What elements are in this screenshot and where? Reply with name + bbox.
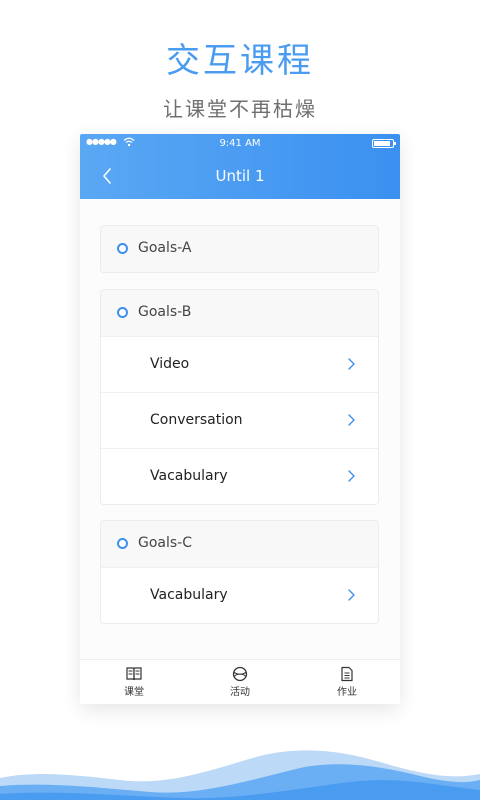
bullet-icon xyxy=(117,307,128,318)
ball-icon xyxy=(232,666,248,682)
goal-label: Goals-A xyxy=(138,240,192,256)
lesson-item-video[interactable]: Video xyxy=(101,336,378,392)
lesson-item-vocabulary[interactable]: Vacabulary xyxy=(101,448,378,504)
lesson-label: Conversation xyxy=(150,412,243,428)
goal-card-c: Goals-C Vacabulary xyxy=(100,520,379,624)
status-bar: ●●●●● 9:41 AM xyxy=(80,134,400,154)
page-title: Until 1 xyxy=(215,167,265,185)
chevron-right-icon xyxy=(348,358,355,370)
tab-label: 活动 xyxy=(230,687,250,698)
tab-label: 课堂 xyxy=(124,687,144,698)
chevron-right-icon xyxy=(348,589,355,601)
bullet-icon xyxy=(117,538,128,549)
lesson-item-conversation[interactable]: Conversation xyxy=(101,392,378,448)
chevron-right-icon xyxy=(348,414,355,426)
lesson-label: Vacabulary xyxy=(150,468,228,484)
promo-subtitle: 让课堂不再枯燥 xyxy=(163,97,317,121)
lesson-item-vocabulary[interactable]: Vacabulary xyxy=(101,567,378,623)
tab-homework[interactable]: 作业 xyxy=(317,666,377,702)
promo-title: 交互课程 xyxy=(166,41,314,81)
wave-decoration xyxy=(0,750,480,800)
lesson-label: Vacabulary xyxy=(150,587,228,603)
chevron-right-icon xyxy=(348,470,355,482)
goal-label: Goals-C xyxy=(138,535,193,551)
bullet-icon xyxy=(117,243,128,254)
phone-mockup: ●●●●● 9:41 AM Until 1 Goals-A Goals-B Vi… xyxy=(80,134,400,704)
goal-card-a: Goals-A xyxy=(100,225,379,273)
status-time: 9:41 AM xyxy=(219,138,261,149)
book-icon xyxy=(126,667,142,681)
tab-label: 作业 xyxy=(337,687,357,698)
goal-header-b[interactable]: Goals-B xyxy=(101,290,378,336)
tab-classroom[interactable]: 课堂 xyxy=(104,666,164,702)
lesson-label: Video xyxy=(150,356,190,372)
goal-header-c[interactable]: Goals-C xyxy=(101,521,378,567)
nav-bar: Until 1 xyxy=(80,154,400,199)
goal-card-b: Goals-B Video Conversation Vacabulary xyxy=(100,289,379,505)
app-header: ●●●●● 9:41 AM Until 1 xyxy=(80,134,400,199)
document-icon xyxy=(341,666,353,682)
goal-header-a[interactable]: Goals-A xyxy=(101,226,378,272)
tab-activity[interactable]: 活动 xyxy=(210,666,270,702)
battery-icon xyxy=(372,139,396,148)
tab-bar: 课堂 活动 作业 xyxy=(80,659,400,704)
goal-label: Goals-B xyxy=(138,304,192,320)
goals-list: Goals-A Goals-B Video Conversation Vacab… xyxy=(80,199,400,659)
